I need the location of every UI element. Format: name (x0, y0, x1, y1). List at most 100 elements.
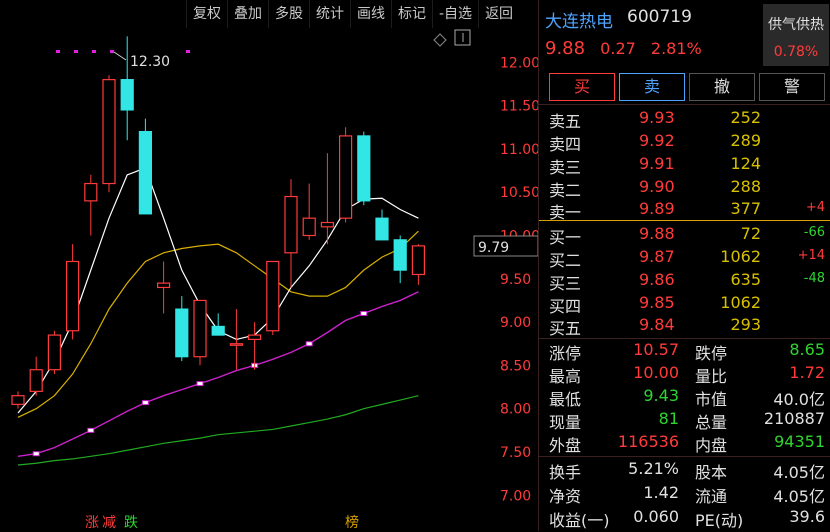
toolbar-multi-stock-button[interactable]: 多股 (268, 0, 309, 28)
stat-row: 现量 81 总量 210887 (539, 407, 830, 432)
bid-price: 9.85 (639, 293, 675, 312)
stat-value: 1.72 (789, 363, 825, 382)
bid-row[interactable]: 买四 9.85 1062 (539, 291, 830, 316)
toolbar-draw-line-button[interactable]: 画线 (350, 0, 391, 28)
sector-name: 供气供热 (768, 17, 824, 33)
ask-row[interactable]: 卖四 9.92 289 (539, 129, 830, 154)
sector-change: 0.78% (773, 44, 819, 60)
tag-limit-down[interactable]: 跌 (124, 512, 138, 532)
price-line: 9.88 0.27 2.81% (545, 38, 712, 59)
stat-row: 最高 10.00 量比 1.72 (539, 361, 830, 386)
bid-label: 买五 (549, 319, 582, 338)
stat-value: 94351 (774, 432, 825, 451)
candle-body (266, 260, 280, 332)
stat-row: 最低 9.43 市值 40.0亿 (539, 384, 830, 409)
stat-value: 8.65 (789, 340, 825, 359)
bid-change: +14 (797, 248, 825, 263)
bid-price: 9.86 (639, 270, 675, 289)
ma-marker (87, 427, 95, 433)
marker-dot (186, 50, 190, 53)
y-tick-label: 12.00 (500, 55, 538, 71)
stock-name[interactable]: 大连热电 (545, 7, 613, 32)
kline-chart[interactable]: 12.0011.5011.0010.5010.009.509.008.508.0… (0, 0, 538, 531)
ma-marker (196, 381, 204, 387)
high-pointer (113, 51, 127, 61)
ask-volume: 124 (730, 154, 761, 173)
stat-value: 5.21% (628, 459, 679, 478)
y-tick-label: 8.00 (500, 402, 531, 418)
cancel-button[interactable]: 撤 (689, 73, 755, 101)
ma-marker (360, 310, 368, 316)
ask-volume: 252 (730, 108, 761, 127)
ask-row[interactable]: 卖二 9.90 288 (539, 175, 830, 200)
bid-volume: 1062 (720, 247, 761, 266)
ask-price: 9.93 (639, 108, 675, 127)
ask-price: 9.92 (639, 131, 675, 150)
candle-body (193, 299, 207, 358)
tag-limit-up[interactable]: 涨 (85, 512, 99, 532)
candle-body (411, 245, 425, 276)
stat-value: 116536 (617, 432, 679, 451)
tag-ranking[interactable]: 榜 (345, 512, 359, 532)
candle-body (157, 282, 171, 289)
sell-button[interactable]: 卖 (619, 73, 685, 101)
candle-body (47, 334, 62, 371)
bid-price: 9.84 (639, 315, 675, 334)
stat-label: 内盘 (695, 436, 728, 455)
bid-row[interactable]: 买一 9.88 72 -66 (539, 222, 830, 247)
ma-green-line (17, 395, 419, 466)
kline-chart-area[interactable]: 12.0011.5011.0010.5010.009.509.008.508.0… (0, 0, 538, 531)
tag-reduce[interactable]: 减 (102, 512, 116, 532)
price-change-pct: 2.81% (650, 39, 702, 58)
bid-row[interactable]: 买二 9.87 1062 +14 (539, 245, 830, 270)
marker-dot (92, 50, 96, 53)
toolbar-remove-watchlist-button[interactable]: -自选 (432, 0, 478, 28)
toolbar-mark-button[interactable]: 标记 (391, 0, 432, 28)
candle-body (302, 217, 316, 237)
candle-body (320, 221, 334, 228)
stat-label: PE(动) (695, 511, 744, 530)
price-change: 0.27 (600, 39, 636, 58)
candle-body (284, 195, 298, 254)
stat-value: 4.05亿 (773, 487, 825, 506)
diamond-icon (433, 33, 447, 47)
toolbar-fuquan-button[interactable]: 复权 (186, 0, 227, 28)
candle-body (11, 395, 25, 405)
sector-box[interactable]: 供气供热 0.78% (763, 4, 829, 66)
ask-row[interactable]: 卖五 9.93 252 (539, 106, 830, 131)
ask-row[interactable]: 卖三 9.91 124 (539, 152, 830, 177)
buy-button[interactable]: 买 (549, 73, 615, 101)
bid-row[interactable]: 买五 9.84 293 (539, 313, 830, 338)
y-tick-label: 9.00 (500, 315, 531, 331)
stat-value: 10.00 (633, 363, 679, 382)
stat-value: 0.060 (633, 507, 679, 526)
bid-row[interactable]: 买三 9.86 635 -48 (539, 268, 830, 293)
stat-row: 收益(一) 0.060 PE(动) 39.6 (539, 505, 830, 530)
candle-body (248, 334, 262, 341)
toolbar-stats-button[interactable]: 统计 (309, 0, 350, 28)
toolbar-back-button[interactable]: 返回 (478, 0, 519, 28)
y-tick-label: 11.00 (500, 142, 538, 158)
candle-body (375, 217, 389, 241)
bid-price: 9.87 (639, 247, 675, 266)
alert-button[interactable]: 警 (759, 73, 825, 101)
ma-marker (305, 341, 313, 347)
chart-toolbar: 复权 叠加 多股 统计 画线 标记 -自选 返回 (186, 0, 538, 28)
stat-label: 外盘 (549, 436, 582, 455)
y-tick-label: 8.50 (500, 358, 531, 374)
candle-body (175, 308, 189, 358)
bid-volume: 293 (730, 315, 761, 334)
toolbar-overlay-button[interactable]: 叠加 (227, 0, 268, 28)
candle-body (65, 260, 80, 332)
stat-label: 股本 (695, 463, 728, 482)
stat-value: 10.57 (633, 340, 679, 359)
candle-body (29, 369, 43, 392)
stat-label: 净资 (549, 487, 582, 506)
y-tick-label: 11.50 (500, 99, 538, 115)
ma-marker (141, 400, 149, 406)
ask-row[interactable]: 卖一 9.89 377 +4 (539, 197, 830, 222)
current-price: 9.88 (545, 38, 586, 59)
stat-value: 39.6 (789, 507, 825, 526)
high-price-label: 12.30 (130, 54, 170, 70)
candle-body (102, 79, 116, 185)
